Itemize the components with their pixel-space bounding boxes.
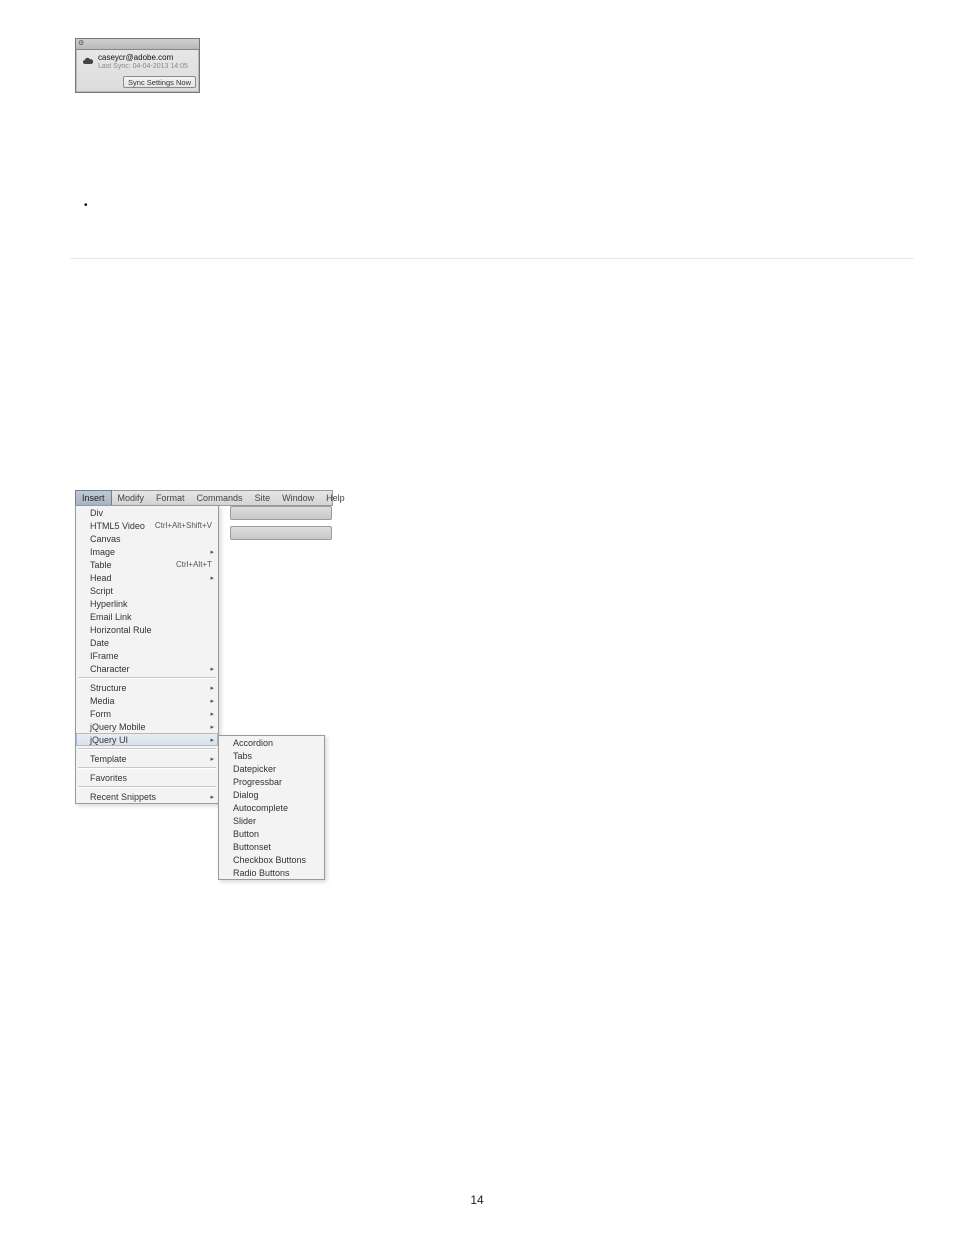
menu-item-html5-video[interactable]: HTML5 VideoCtrl+Alt+Shift+V — [76, 519, 218, 532]
menu-item-label: Form — [90, 709, 212, 719]
menubar: InsertModifyFormatCommandsSiteWindowHelp — [75, 490, 333, 506]
submenu-item-button[interactable]: Button — [219, 827, 324, 840]
sync-settings-panel: ⚙ caseycr@adobe.com Last Sync: 04-04-201… — [75, 38, 200, 93]
sync-text: caseycr@adobe.com Last Sync: 04-04-2013 … — [98, 54, 188, 70]
chevron-right-icon: ▸ — [210, 697, 214, 705]
chevron-right-icon: ▸ — [210, 736, 214, 744]
submenu-item-tabs[interactable]: Tabs — [219, 749, 324, 762]
decorative-field — [230, 526, 332, 540]
menu-item-label: IFrame — [90, 651, 212, 661]
page-number: 14 — [0, 1193, 954, 1207]
submenu-item-radio-buttons[interactable]: Radio Buttons — [219, 866, 324, 879]
menu-item-favorites[interactable]: Favorites — [76, 771, 218, 784]
menu-item-label: Head — [90, 573, 212, 583]
submenu-item-datepicker[interactable]: Datepicker — [219, 762, 324, 775]
submenu-item-buttonset[interactable]: Buttonset — [219, 840, 324, 853]
menu-item-label: Div — [90, 508, 212, 518]
menu-item-label: Image — [90, 547, 212, 557]
menu-item-label: Media — [90, 696, 212, 706]
menu-item-recent-snippets[interactable]: Recent Snippets▸ — [76, 790, 218, 803]
chevron-right-icon: ▸ — [210, 723, 214, 731]
menubar-item-site[interactable]: Site — [249, 491, 277, 505]
menu-separator — [78, 767, 216, 769]
menu-item-accelerator: Ctrl+Alt+Shift+V — [149, 521, 212, 530]
menu-item-structure[interactable]: Structure▸ — [76, 681, 218, 694]
menubar-item-commands[interactable]: Commands — [191, 491, 249, 505]
menu-item-iframe[interactable]: IFrame — [76, 649, 218, 662]
sync-email: caseycr@adobe.com — [98, 54, 188, 63]
chevron-right-icon: ▸ — [210, 548, 214, 556]
chevron-right-icon: ▸ — [210, 684, 214, 692]
menu-item-email-link[interactable]: Email Link — [76, 610, 218, 623]
sync-button-row: Sync Settings Now — [76, 74, 199, 92]
menu-item-jquery-ui[interactable]: jQuery UI▸ — [76, 733, 218, 746]
submenu-item-slider[interactable]: Slider — [219, 814, 324, 827]
submenu-item-progressbar[interactable]: Progressbar — [219, 775, 324, 788]
menu-item-label: Favorites — [90, 773, 212, 783]
jquery-ui-submenu: AccordionTabsDatepickerProgressbarDialog… — [218, 735, 325, 880]
menu-item-label: Script — [90, 586, 212, 596]
chevron-right-icon: ▸ — [210, 710, 214, 718]
chevron-right-icon: ▸ — [210, 793, 214, 801]
insert-menu-dropdown: DivHTML5 VideoCtrl+Alt+Shift+VCanvasImag… — [75, 505, 219, 804]
menu-item-media[interactable]: Media▸ — [76, 694, 218, 707]
menu-item-head[interactable]: Head▸ — [76, 571, 218, 584]
menu-item-label: Table — [90, 560, 170, 570]
menu-item-div[interactable]: Div — [76, 506, 218, 519]
chevron-right-icon: ▸ — [210, 574, 214, 582]
cloud-icon — [82, 55, 94, 67]
menu-item-label: Character — [90, 664, 212, 674]
submenu-item-autocomplete[interactable]: Autocomplete — [219, 801, 324, 814]
menu-item-label: HTML5 Video — [90, 521, 149, 531]
menu-separator — [78, 786, 216, 788]
divider — [70, 258, 914, 259]
submenu-item-checkbox-buttons[interactable]: Checkbox Buttons — [219, 853, 324, 866]
menubar-item-help[interactable]: Help — [320, 491, 351, 505]
menu-item-date[interactable]: Date — [76, 636, 218, 649]
submenu-item-dialog[interactable]: Dialog — [219, 788, 324, 801]
menu-item-template[interactable]: Template▸ — [76, 752, 218, 765]
menubar-item-window[interactable]: Window — [276, 491, 320, 505]
menu-item-label: Recent Snippets — [90, 792, 212, 802]
menu-item-label: Date — [90, 638, 212, 648]
menu-item-accelerator: Ctrl+Alt+T — [170, 560, 212, 569]
sync-panel-body: caseycr@adobe.com Last Sync: 04-04-2013 … — [76, 50, 199, 74]
menu-item-label: Template — [90, 754, 212, 764]
menubar-item-insert[interactable]: Insert — [75, 490, 112, 506]
menu-item-jquery-mobile[interactable]: jQuery Mobile▸ — [76, 720, 218, 733]
menubar-item-modify[interactable]: Modify — [112, 491, 151, 505]
menu-item-table[interactable]: TableCtrl+Alt+T — [76, 558, 218, 571]
decorative-fields — [230, 506, 332, 546]
menu-item-label: Structure — [90, 683, 212, 693]
menu-item-image[interactable]: Image▸ — [76, 545, 218, 558]
sync-last: Last Sync: 04-04-2013 14:05 — [98, 63, 188, 71]
bullet-icon: • — [84, 200, 88, 211]
chevron-right-icon: ▸ — [210, 665, 214, 673]
menu-item-label: Hyperlink — [90, 599, 212, 609]
menu-separator — [78, 748, 216, 750]
menu-item-label: Email Link — [90, 612, 212, 622]
menu-item-label: Horizontal Rule — [90, 625, 212, 635]
sync-panel-titlebar: ⚙ — [76, 39, 199, 50]
gear-icon: ⚙ — [78, 39, 84, 47]
menu-separator — [78, 677, 216, 679]
menu-item-label: Canvas — [90, 534, 212, 544]
menu-item-label: jQuery Mobile — [90, 722, 212, 732]
menu-item-script[interactable]: Script — [76, 584, 218, 597]
menu-item-hyperlink[interactable]: Hyperlink — [76, 597, 218, 610]
menu-item-character[interactable]: Character▸ — [76, 662, 218, 675]
menu-item-canvas[interactable]: Canvas — [76, 532, 218, 545]
submenu-item-accordion[interactable]: Accordion — [219, 736, 324, 749]
menu-item-form[interactable]: Form▸ — [76, 707, 218, 720]
chevron-right-icon: ▸ — [210, 755, 214, 763]
decorative-field — [230, 506, 332, 520]
menubar-item-format[interactable]: Format — [150, 491, 191, 505]
menu-item-label: jQuery UI — [90, 735, 212, 745]
menu-item-horizontal-rule[interactable]: Horizontal Rule — [76, 623, 218, 636]
sync-now-button[interactable]: Sync Settings Now — [123, 76, 196, 88]
